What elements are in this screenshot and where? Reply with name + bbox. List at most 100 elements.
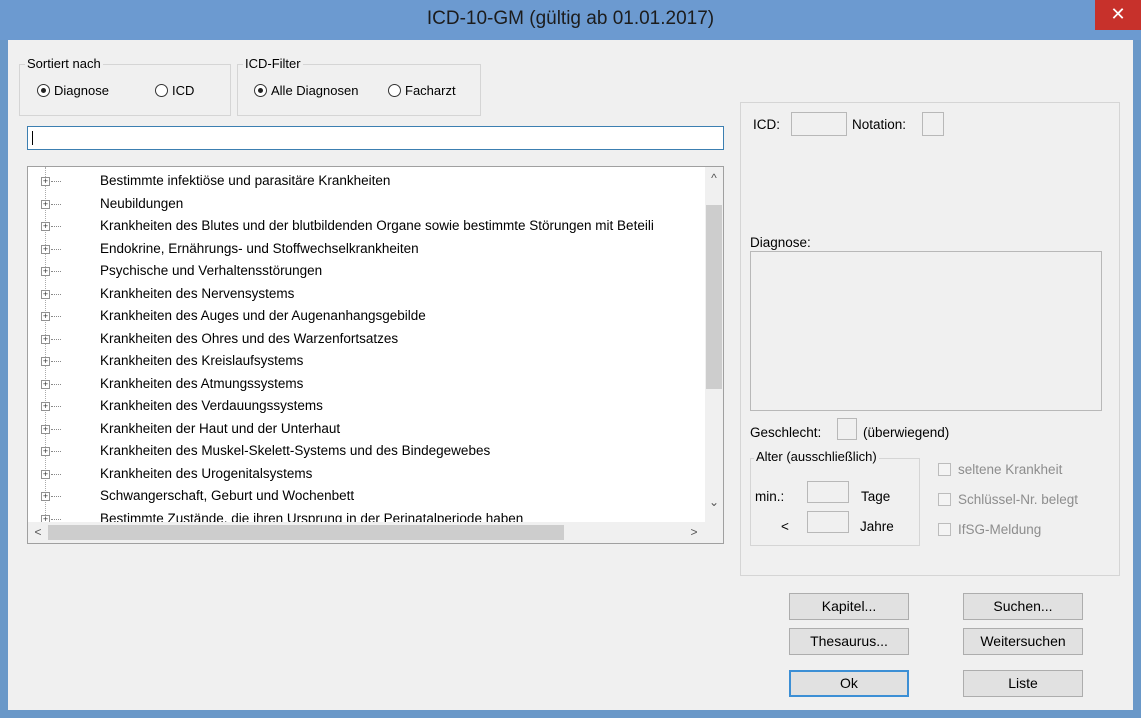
ok-button[interactable]: Ok — [789, 670, 909, 697]
geschlecht-label: Geschlecht: — [750, 425, 822, 440]
horizontal-scrollbar[interactable]: < > — [28, 522, 705, 543]
scroll-left-arrow-icon[interactable]: < — [29, 525, 47, 539]
radio-dot-icon — [254, 84, 267, 97]
tree-item[interactable]: + Krankheiten des Blutes und der blutbild… — [28, 216, 705, 236]
tree-item-label: Krankheiten des Auges und der Augenanhan… — [100, 308, 426, 323]
thesaurus-button[interactable]: Thesaurus... — [789, 628, 909, 655]
jahre-label: Jahre — [860, 519, 894, 534]
sort-group-label: Sortiert nach — [25, 56, 103, 71]
tree-item-label: Krankheiten des Ohres und des Warzenfort… — [100, 330, 399, 346]
expand-plus-icon[interactable]: + — [41, 334, 50, 344]
tree-item[interactable]: + Krankheiten der Haut und der Unterhaut — [28, 419, 705, 439]
tree-connector-dots — [51, 406, 61, 407]
scroll-up-arrow-icon[interactable]: ^ — [705, 171, 723, 185]
tree-item-label: Endokrine, Ernährungs- und Stoffwechselk… — [100, 240, 419, 256]
expand-plus-icon[interactable]: + — [41, 199, 50, 209]
tree-item[interactable]: + Bestimmte infektiöse und parasitäre Kra… — [28, 171, 705, 191]
expand-plus-icon[interactable]: + — [41, 402, 50, 411]
expand-plus-icon[interactable]: + — [41, 289, 50, 299]
tree-connector-dots — [51, 473, 61, 475]
expand-plus-icon[interactable]: + — [41, 424, 50, 434]
vertical-scroll-thumb[interactable] — [706, 205, 722, 389]
tree-item-label: Krankheiten des Nervensystems — [100, 285, 295, 301]
scroll-down-arrow-icon[interactable]: ⌄ — [705, 495, 723, 509]
icd-dialog-window: ICD-10-GM (gültig ab 01.01.2017) ✕ Sorti… — [0, 0, 1141, 718]
tree-item[interactable]: + Schwangerschaft, Geburt und Wochenbett — [28, 486, 705, 506]
tree-item-label: Krankheiten des Muskel-Skelett-Systems u… — [100, 443, 491, 458]
tree-item[interactable]: + Krankheiten des Atmungssystems — [28, 374, 705, 394]
scroll-right-arrow-icon[interactable]: > — [685, 525, 703, 539]
radio-filter-alle[interactable]: Alle Diagnosen — [254, 83, 358, 99]
tree-connector-dots — [51, 518, 61, 520]
checkbox-schluessel-belegt[interactable]: Schlüssel-Nr. belegt — [938, 492, 1078, 508]
vertical-scrollbar[interactable]: ^ ⌄ — [705, 167, 723, 522]
tree-item[interactable]: + Krankheiten des Urogenitalsystems — [28, 464, 705, 484]
tree-connector-dots — [51, 316, 61, 317]
tree-item-label: Neubildungen — [100, 195, 184, 211]
expand-plus-icon[interactable]: + — [41, 312, 50, 321]
tree-item[interactable]: + Krankheiten des Muskel-Skelett-Systems … — [28, 441, 705, 461]
window-title: ICD-10-GM (gültig ab 01.01.2017) — [426, 8, 715, 29]
tree-connector-dots — [51, 271, 61, 272]
expand-plus-icon[interactable]: + — [41, 177, 50, 186]
alter-group-label: Alter (ausschließlich) — [754, 449, 879, 464]
tree-item-label: Krankheiten des Blutes und der blutbilde… — [100, 218, 654, 233]
radio-filter-facharzt[interactable]: Facharzt — [388, 83, 456, 99]
tree-item-label: Krankheiten des Kreislaufsystems — [100, 353, 304, 368]
alter-max-label: < — [781, 519, 789, 534]
tree-item-label: Schwangerschaft, Geburt und Wochenbett — [100, 488, 355, 503]
details-panel: ICD: Notation: Diagnose: Geschlecht: (üb… — [740, 102, 1120, 576]
tree-item[interactable]: + Krankheiten des Nervensystems — [28, 284, 705, 304]
icd-value-field — [791, 112, 847, 136]
radio-dot-icon — [388, 84, 401, 97]
expand-plus-icon[interactable]: + — [41, 222, 50, 231]
expand-plus-icon[interactable]: + — [41, 357, 50, 366]
geschlecht-suffix: (überwiegend) — [863, 425, 950, 440]
scrollbar-corner — [705, 522, 723, 543]
tree-item-label: Krankheiten des Atmungssystems — [100, 375, 304, 391]
radio-sort-diagnose[interactable]: Diagnose — [37, 83, 109, 99]
alter-min-label: min.: — [755, 489, 785, 504]
tree-connector-dots — [51, 181, 61, 182]
tree-item[interactable]: + Endokrine, Ernährungs- und Stoffwechsel… — [28, 239, 705, 259]
expand-plus-icon[interactable]: + — [41, 492, 50, 501]
alter-min-field — [807, 481, 849, 503]
tree-connector-dots — [51, 361, 61, 362]
tree-item[interactable]: + Krankheiten des Ohres und des Warzenfor… — [28, 329, 705, 349]
tree-item[interactable]: + Krankheiten des Kreislaufsystems — [28, 351, 705, 371]
tree-connector-dots — [51, 338, 61, 340]
expand-plus-icon[interactable]: + — [41, 469, 50, 479]
kapitel-button[interactable]: Kapitel... — [789, 593, 909, 620]
expand-plus-icon[interactable]: + — [41, 447, 50, 456]
tree-item-label: Krankheiten des Urogenitalsystems — [100, 465, 313, 481]
tree-item[interactable]: + Krankheiten des Verdauungssystems — [28, 396, 705, 416]
liste-button[interactable]: Liste — [963, 670, 1083, 697]
search-input[interactable] — [27, 126, 724, 150]
checkbox-ifsg-meldung[interactable]: IfSG-Meldung — [938, 522, 1041, 538]
suchen-button[interactable]: Suchen... — [963, 593, 1083, 620]
notation-label: Notation: — [852, 117, 907, 132]
icd-chapter-tree[interactable]: + Bestimmte infektiöse und parasitäre Kra… — [27, 166, 724, 544]
radio-dot-icon — [37, 84, 50, 97]
horizontal-scroll-thumb[interactable] — [48, 525, 564, 540]
diagnose-label: Diagnose: — [750, 235, 811, 250]
weitersuchen-button[interactable]: Weitersuchen — [963, 628, 1083, 655]
tree-connector-dots — [51, 383, 61, 385]
expand-plus-icon[interactable]: + — [41, 267, 50, 276]
tree-item[interactable]: + Neubildungen — [28, 194, 705, 214]
radio-dot-icon — [155, 84, 168, 97]
geschlecht-value-field — [837, 418, 857, 440]
close-button[interactable]: ✕ — [1095, 0, 1141, 30]
expand-plus-icon[interactable]: + — [41, 379, 50, 389]
diagnose-text-box — [750, 251, 1102, 411]
expand-plus-icon[interactable]: + — [41, 244, 50, 254]
tree-connector-dots — [51, 293, 61, 295]
alter-max-field — [807, 511, 849, 533]
tree-connector-dots — [51, 428, 61, 430]
radio-sort-icd[interactable]: ICD — [155, 83, 194, 99]
tree-item[interactable]: + Krankheiten des Auges und der Augenanha… — [28, 306, 705, 326]
title-bar[interactable]: ICD-10-GM (gültig ab 01.01.2017) ✕ — [0, 0, 1141, 40]
tree-connector-dots — [51, 226, 61, 227]
tree-item[interactable]: + Psychische und Verhaltensstörungen — [28, 261, 705, 281]
checkbox-seltene-krankheit[interactable]: seltene Krankheit — [938, 462, 1062, 478]
